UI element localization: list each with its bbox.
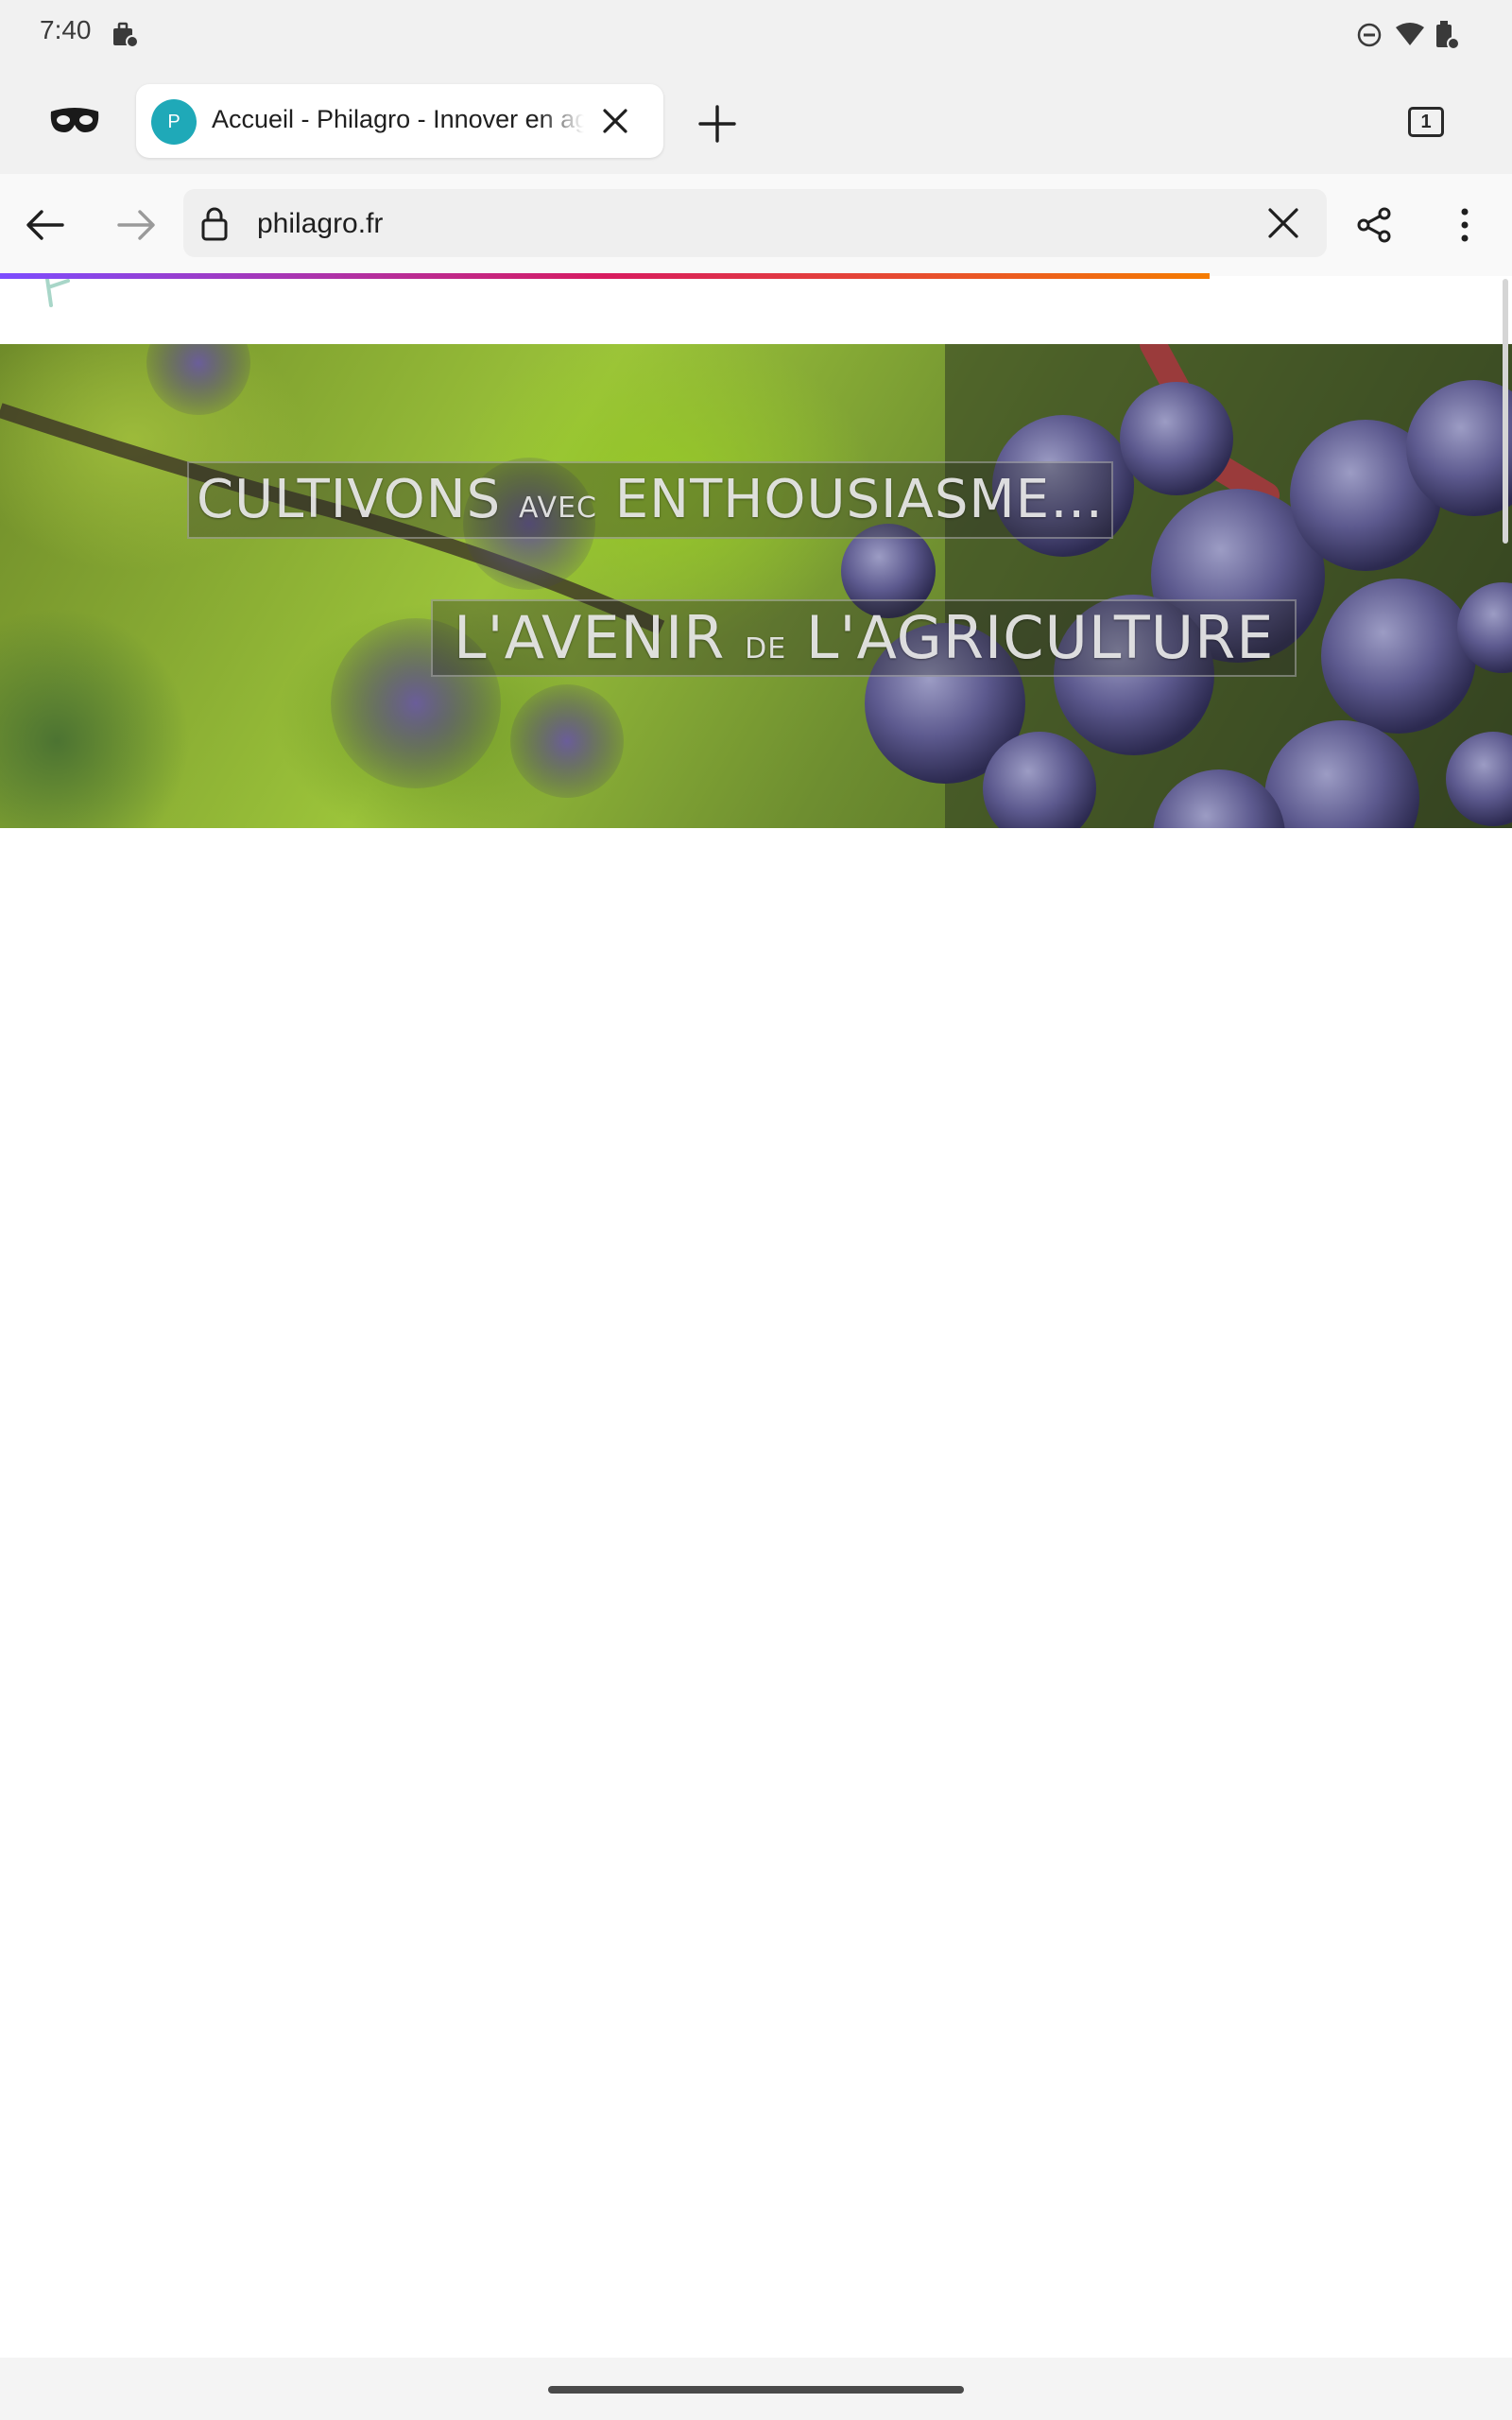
work-profile-icon: [113, 22, 138, 48]
share-icon[interactable]: [1355, 206, 1393, 244]
browser-screen: 7:40 P Accueil - Philagro - Innover en a…: [0, 0, 1512, 2420]
status-time: 7:40: [40, 15, 92, 44]
private-browsing-mask-icon[interactable]: [49, 104, 100, 138]
site-favicon: P: [151, 99, 197, 145]
browser-toolbar: philagro.fr: [0, 174, 1512, 276]
status-bar: 7:40: [0, 0, 1512, 68]
wifi-icon: [1396, 23, 1424, 45]
url-text[interactable]: philagro.fr: [257, 208, 383, 240]
page-scrollbar[interactable]: [1503, 279, 1508, 544]
hero-video-banner[interactable]: [0, 344, 1512, 828]
hero-word-small: AVEC: [518, 492, 597, 525]
hero-word: L'AGRICULTURE: [805, 603, 1275, 672]
tab-counter-button[interactable]: 1: [1408, 107, 1444, 137]
hero-slogan-line-2: L'AVENIR DE L'AGRICULTURE: [431, 599, 1297, 677]
grapes-illustration: [0, 344, 1512, 828]
tab-strip: P Accueil - Philagro - Innover en agricu…: [0, 68, 1512, 174]
do-not-disturb-icon: [1357, 23, 1382, 47]
close-tab-icon[interactable]: [599, 105, 631, 137]
hero-word: CULTIVONS: [197, 469, 502, 530]
address-bar[interactable]: philagro.fr: [183, 189, 1327, 257]
system-navigation-bar: [0, 2358, 1512, 2420]
arrow-right-icon[interactable]: [115, 208, 157, 242]
hero-slogan-line-1: CULTIVONS AVEC ENTHOUSIASME…: [187, 461, 1114, 539]
arrow-left-icon[interactable]: [25, 208, 66, 242]
more-vertical-icon[interactable]: [1455, 206, 1474, 244]
close-icon[interactable]: [1266, 206, 1300, 240]
plus-icon[interactable]: [697, 104, 737, 144]
hero-word: L'AVENIR: [454, 603, 726, 672]
tab-active[interactable]: P Accueil - Philagro - Innover en agricu…: [136, 84, 663, 158]
battery-icon: [1436, 21, 1460, 50]
site-logo-fragment[interactable]: [43, 279, 76, 307]
lock-icon[interactable]: [200, 206, 229, 242]
home-gesture-handle[interactable]: [548, 2386, 964, 2394]
hero-word: ENTHOUSIASME…: [614, 469, 1105, 530]
tab-title: Accueil - Philagro - Innover en agricult…: [212, 105, 584, 133]
hero-word-small: DE: [745, 632, 787, 666]
